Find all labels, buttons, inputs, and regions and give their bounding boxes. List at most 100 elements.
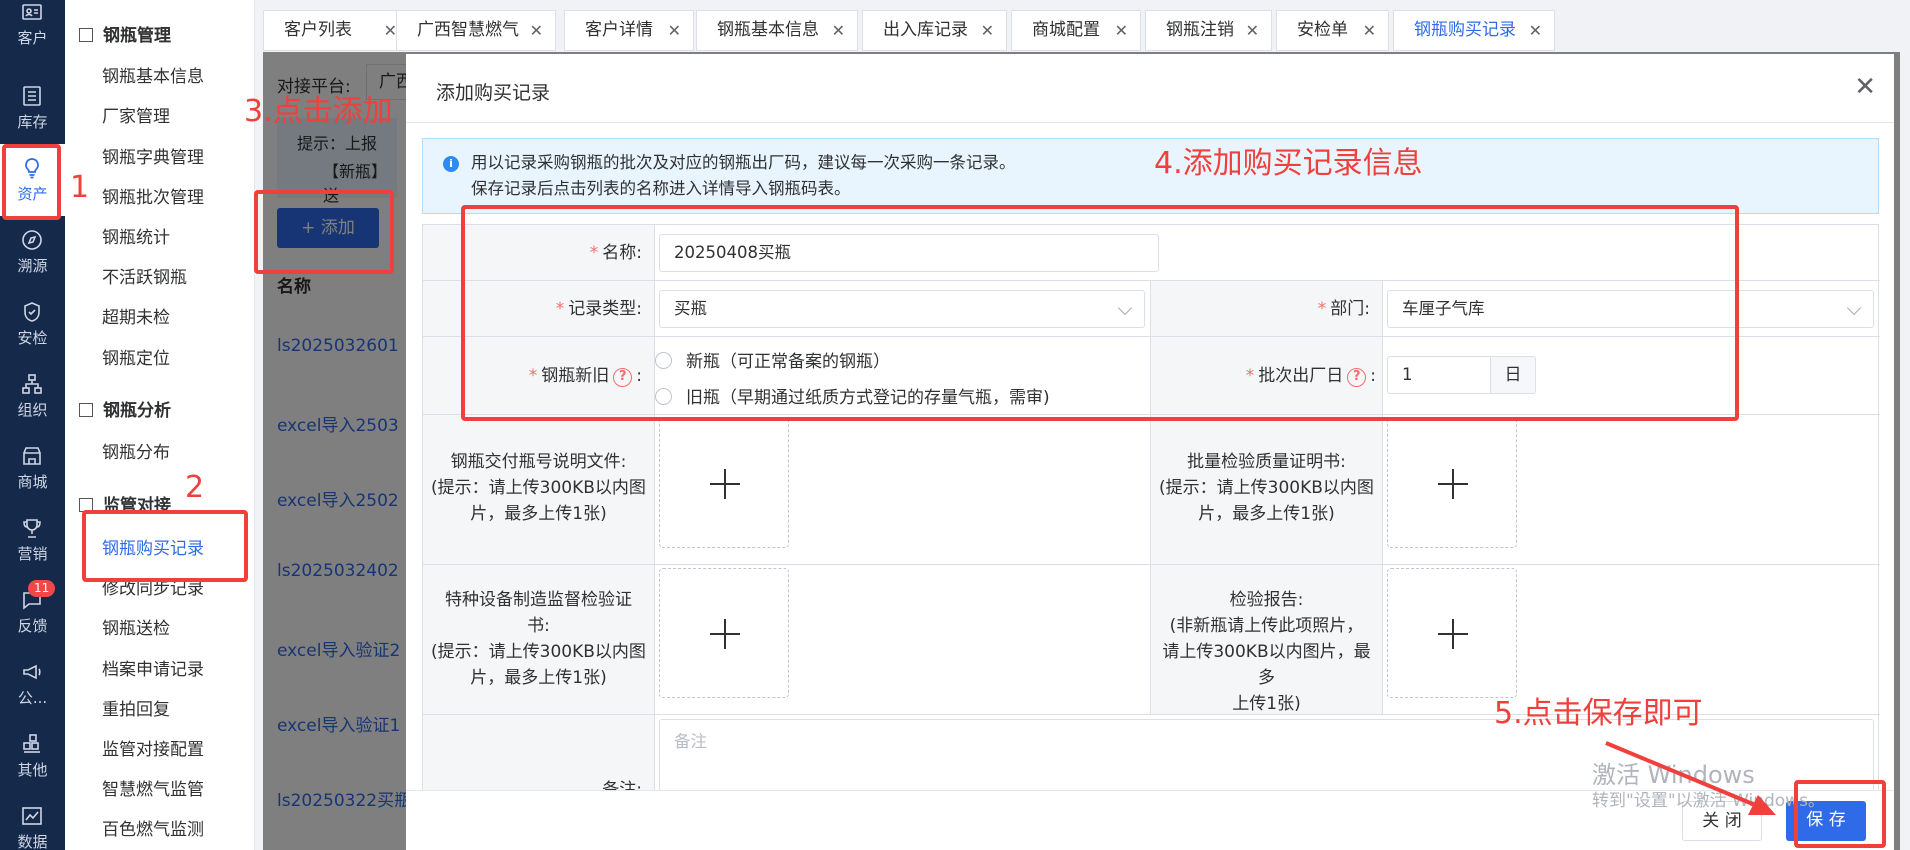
- nav-inspection[interactable]: 安检: [0, 288, 65, 360]
- store-icon: [20, 444, 44, 468]
- tab-cylinder-info[interactable]: 钢瓶基本信息 ✕: [696, 10, 858, 51]
- tab-label: 钢瓶注销: [1166, 20, 1234, 40]
- close-icon[interactable]: ✕: [1529, 11, 1542, 50]
- tab-inout-records[interactable]: 出入库记录 ✕: [862, 10, 1007, 51]
- menu-item[interactable]: 钢瓶定位: [102, 347, 170, 371]
- menu-item[interactable]: 监管对接配置: [102, 738, 204, 762]
- nav-feedback[interactable]: 11 反馈: [0, 576, 65, 648]
- inspection-report-uploader[interactable]: [1387, 568, 1517, 698]
- info-text: 保存记录后点击列表的名称进入详情导入钢瓶码表。: [471, 179, 851, 198]
- nav-trace[interactable]: 溯源: [0, 216, 65, 288]
- nav-organization[interactable]: 组织: [0, 360, 65, 432]
- menu-item[interactable]: 钢瓶基本信息: [102, 65, 204, 89]
- nav-label: 数据: [17, 833, 48, 850]
- plus-icon: [1438, 483, 1468, 485]
- supervision-cert-label: 特种设备制造监督检验证 书: (提示：请上传300KB以内图 片，最多上传1张): [431, 590, 646, 688]
- trophy-icon: [20, 516, 44, 540]
- tab-purchase-records[interactable]: 钢瓶购买记录 ✕: [1393, 10, 1555, 51]
- compass-icon: [20, 228, 44, 252]
- close-icon[interactable]: ✕: [1246, 11, 1259, 50]
- tab-customer-list[interactable]: 客户列表 ✕: [263, 10, 410, 51]
- supervision-cert-label-cell: 特种设备制造监督检验证 书: (提示：请上传300KB以内图 片，最多上传1张): [423, 565, 655, 715]
- supervision-cert-upload-cell: [655, 565, 1151, 715]
- menu-item[interactable]: 百色燃气监测: [102, 818, 204, 842]
- menu-item[interactable]: 档案申请记录: [102, 658, 204, 682]
- info-icon: i: [443, 156, 459, 172]
- tab-inspection-form[interactable]: 安检单 ✕: [1276, 10, 1389, 51]
- close-icon[interactable]: ✕: [832, 11, 845, 50]
- close-icon[interactable]: ✕: [668, 11, 681, 50]
- menu-item[interactable]: 智慧燃气监管: [102, 778, 204, 802]
- nav-inventory[interactable]: 库存: [0, 72, 65, 144]
- nav-data[interactable]: 数据: [0, 792, 65, 850]
- nav-customer[interactable]: 客户: [0, 0, 65, 60]
- delivery-file-label-cell: 钢瓶交付瓶号说明文件: (提示：请上传300KB以内图 片，最多上传1张): [423, 415, 655, 565]
- side-menu: 钢瓶管理 钢瓶基本信息 厂家管理 钢瓶字典管理 钢瓶批次管理 钢瓶统计 不活跃钢…: [65, 0, 255, 850]
- highlight-box-form-fields: [461, 205, 1739, 421]
- nav-marketing[interactable]: 营销: [0, 504, 65, 576]
- megaphone-icon: [20, 660, 44, 684]
- close-icon[interactable]: ✕: [384, 11, 397, 50]
- close-icon[interactable]: ✕: [981, 11, 994, 50]
- menu-section-cylinder-analysis[interactable]: 钢瓶分析: [79, 399, 171, 423]
- nav-store[interactable]: 商城: [0, 432, 65, 504]
- left-icon-bar: 客户 库存 资产 溯源 安检 组织 商城 营销 11 反馈 公... 其他 数据: [0, 0, 65, 850]
- quality-cert-label-cell: 批量检验质量证明书: (提示：请上传300KB以内图 片，最多上传1张): [1151, 415, 1383, 565]
- step-3-label: 3.点击添加: [244, 94, 393, 129]
- id-card-icon: [20, 0, 44, 24]
- shield-icon: [20, 300, 44, 324]
- menu-section-cylinder-management[interactable]: 钢瓶管理: [79, 24, 171, 48]
- highlight-box-assets: [2, 144, 61, 220]
- delivery-file-label: 钢瓶交付瓶号说明文件: (提示：请上传300KB以内图 片，最多上传1张): [431, 452, 646, 524]
- notification-badge: 11: [28, 580, 56, 597]
- nav-label: 客户: [17, 29, 48, 47]
- highlight-box-purchase-records: [82, 510, 248, 582]
- menu-item[interactable]: 重拍回复: [102, 698, 170, 722]
- supervision-cert-uploader[interactable]: [659, 568, 789, 698]
- tab-customer-detail[interactable]: 客户详情 ✕: [564, 10, 694, 51]
- close-icon[interactable]: ✕: [530, 11, 543, 50]
- menu-item[interactable]: 钢瓶统计: [102, 226, 170, 250]
- tab-label: 钢瓶基本信息: [717, 20, 819, 40]
- menu-item[interactable]: 钢瓶分布: [102, 441, 170, 465]
- menu-item[interactable]: 钢瓶送检: [102, 617, 170, 641]
- inspection-report-label: 检验报告: (非新瓶请上传此项照片， 请上传300KB以内图片，最多 上传1张): [1162, 590, 1371, 714]
- nav-other[interactable]: 其他: [0, 720, 65, 792]
- close-icon[interactable]: ✕: [1363, 11, 1376, 50]
- tab-store-config[interactable]: 商城配置 ✕: [1011, 10, 1141, 51]
- inspection-report-label-cell: 检验报告: (非新瓶请上传此项照片， 请上传300KB以内图片，最多 上传1张): [1151, 565, 1383, 715]
- close-icon[interactable]: ✕: [1115, 11, 1128, 50]
- dialog-title: 添加购买记录: [436, 82, 551, 104]
- tab-label: 客户详情: [585, 20, 653, 40]
- tab-label: 安检单: [1297, 20, 1348, 40]
- menu-item[interactable]: 超期未检: [102, 306, 170, 330]
- section-title: 钢瓶分析: [103, 401, 171, 421]
- divider: [406, 122, 1894, 123]
- step-2-label: 2: [185, 470, 205, 505]
- inspection-report-upload-cell: [1383, 565, 1880, 715]
- nav-announcement[interactable]: 公...: [0, 648, 65, 720]
- tab-guangxi-gas[interactable]: 广西智慧燃气 ✕: [396, 10, 556, 51]
- close-icon[interactable]: ✕: [1854, 74, 1876, 100]
- arrow-icon: [1605, 741, 1776, 815]
- plus-icon: [1438, 633, 1468, 635]
- highlight-box-save-button: [1794, 780, 1886, 848]
- step-5-label: 5.点击保存即可: [1494, 696, 1703, 731]
- nav-label: 组织: [17, 401, 48, 419]
- quality-cert-uploader[interactable]: [1387, 418, 1517, 548]
- step-4-label: 4.添加购买记录信息: [1154, 146, 1423, 181]
- list-icon: [20, 84, 44, 108]
- nav-label: 反馈: [17, 617, 48, 635]
- document-icon: [79, 28, 93, 42]
- tab-label: 出入库记录: [883, 20, 968, 40]
- menu-item[interactable]: 厂家管理: [102, 105, 170, 129]
- menu-item[interactable]: 不活跃钢瓶: [102, 266, 187, 290]
- delivery-file-uploader[interactable]: [659, 418, 789, 548]
- menu-item[interactable]: 钢瓶批次管理: [102, 186, 204, 210]
- quality-cert-upload-cell: [1383, 415, 1880, 565]
- nav-label: 其他: [17, 761, 48, 779]
- menu-item[interactable]: 钢瓶字典管理: [102, 146, 204, 170]
- quality-cert-label: 批量检验质量证明书: (提示：请上传300KB以内图 片，最多上传1张): [1159, 452, 1374, 524]
- chart-icon: [20, 804, 44, 828]
- tab-cylinder-cancel[interactable]: 钢瓶注销 ✕: [1145, 10, 1272, 51]
